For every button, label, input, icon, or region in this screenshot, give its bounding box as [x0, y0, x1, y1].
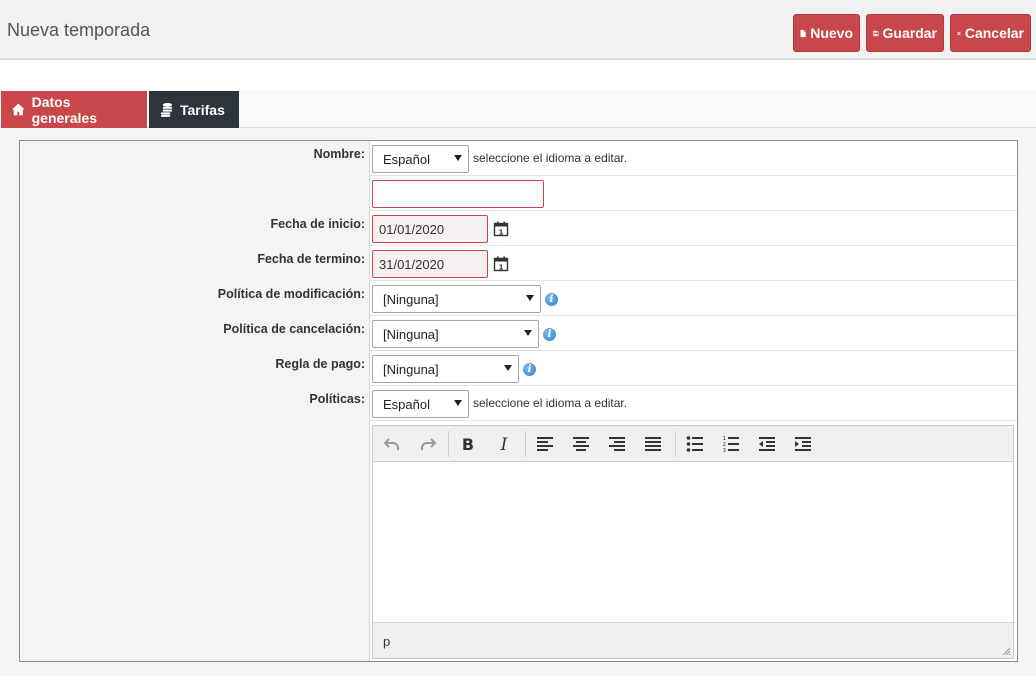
nombre-language-row: Español seleccione el idioma a editar.	[370, 141, 1017, 176]
undo-button[interactable]	[382, 434, 402, 454]
chevron-down-icon	[454, 155, 462, 161]
season-form: Nombre: Español seleccione el idioma a e…	[19, 140, 1018, 662]
guardar-button[interactable]: Guardar	[866, 14, 944, 52]
align-left-icon	[537, 437, 553, 451]
outdent-button[interactable]	[757, 434, 777, 454]
align-right-button[interactable]	[607, 434, 627, 454]
bold-icon: B	[462, 435, 474, 453]
info-icon[interactable]: i	[523, 363, 536, 376]
redo-button[interactable]	[418, 434, 438, 454]
nombre-input-row	[370, 176, 1017, 211]
svg-text:1: 1	[499, 264, 504, 272]
fecha-inicio-label: Fecha de inicio:	[270, 217, 365, 231]
align-justify-icon	[645, 437, 661, 451]
regla-pago-value: [Ninguna]	[383, 361, 439, 377]
align-center-icon	[573, 437, 589, 451]
tab-datos-generales-label: Datos generales	[31, 93, 97, 126]
fecha-inicio-row: 1	[370, 211, 1017, 246]
numbered-list-button[interactable]: 123	[721, 434, 741, 454]
nombre-input[interactable]	[372, 180, 544, 208]
svg-text:I: I	[500, 435, 508, 453]
close-icon	[957, 31, 961, 35]
nuevo-label: Nuevo	[810, 25, 853, 41]
politicas-language-row: Español seleccione el idioma a editar.	[370, 386, 1017, 421]
chevron-down-icon	[526, 295, 534, 301]
outdent-icon	[759, 437, 775, 451]
toolbar-divider	[448, 431, 449, 457]
file-icon	[800, 29, 806, 37]
bullet-list-icon	[686, 436, 703, 452]
editor-toolbar: B I 1 2 3	[373, 426, 1013, 462]
editor-content[interactable]	[373, 463, 1013, 621]
italic-icon: I	[500, 435, 508, 453]
svg-text:B: B	[462, 435, 474, 453]
calendar-icon[interactable]: 1	[493, 221, 509, 237]
cancelar-label: Cancelar	[964, 25, 1024, 41]
nuevo-button[interactable]: Nuevo	[793, 14, 860, 52]
chevron-down-icon	[504, 365, 512, 371]
tab-tarifas-label: Tarifas	[180, 101, 225, 118]
info-icon[interactable]: i	[543, 328, 556, 341]
politica-modificacion-select[interactable]: [Ninguna]	[372, 285, 541, 313]
politica-modificacion-row: [Ninguna] i	[370, 281, 1017, 316]
element-path[interactable]: p	[383, 634, 390, 649]
toolbar-divider	[675, 431, 676, 457]
italic-button[interactable]: I	[494, 434, 514, 454]
politica-cancelacion-label: Política de cancelación:	[223, 322, 365, 336]
redo-icon	[421, 438, 437, 450]
fecha-termino-label: Fecha de termino:	[257, 252, 365, 266]
svg-text:3: 3	[723, 448, 727, 453]
align-right-icon	[609, 437, 625, 451]
align-justify-button[interactable]	[643, 434, 663, 454]
politica-modificacion-label: Política de modificación:	[217, 287, 365, 301]
fecha-termino-row: 1	[370, 246, 1017, 281]
politicas-language-select[interactable]: Español	[372, 390, 469, 418]
politica-cancelacion-select[interactable]: [Ninguna]	[372, 320, 539, 348]
align-left-button[interactable]	[535, 434, 555, 454]
nombre-language-value: Español	[383, 151, 430, 167]
politica-cancelacion-row: [Ninguna] i	[370, 316, 1017, 351]
info-icon[interactable]: i	[545, 293, 558, 306]
align-center-button[interactable]	[571, 434, 591, 454]
svg-text:1: 1	[499, 229, 504, 237]
tab-datos-generales[interactable]: Datos generales	[1, 91, 147, 128]
fecha-inicio-input[interactable]	[372, 215, 488, 243]
politicas-label: Políticas:	[309, 392, 365, 406]
resize-handle-icon[interactable]	[1002, 647, 1011, 656]
undo-icon	[383, 438, 399, 450]
nombre-language-select[interactable]: Español	[372, 145, 469, 173]
politicas-editor: B I 1 2 3 p	[372, 425, 1014, 659]
fecha-termino-input[interactable]	[372, 250, 488, 278]
cancelar-button[interactable]: Cancelar	[950, 14, 1031, 52]
guardar-label: Guardar	[882, 25, 937, 41]
tabs-bar: Datos generales Tarifas	[0, 90, 1036, 128]
regla-pago-select[interactable]: [Ninguna]	[372, 355, 519, 383]
regla-pago-row: [Ninguna] i	[370, 351, 1017, 386]
tab-tarifas[interactable]: Tarifas	[149, 91, 239, 128]
indent-button[interactable]	[793, 434, 813, 454]
page-header: Nueva temporada Nuevo Guardar Cancelar	[0, 0, 1036, 60]
politicas-language-hint: seleccione el idioma a editar.	[473, 396, 628, 410]
home-icon	[11, 103, 25, 116]
chevron-down-icon	[524, 330, 532, 336]
regla-pago-label: Regla de pago:	[275, 357, 365, 371]
editor-statusbar: p	[373, 622, 1013, 658]
indent-icon	[795, 437, 811, 451]
numbered-list-icon: 123	[723, 436, 739, 453]
politica-cancelacion-value: [Ninguna]	[383, 326, 439, 342]
coins-icon	[160, 102, 173, 117]
content-area: Nombre: Español seleccione el idioma a e…	[0, 128, 1036, 676]
politica-modificacion-value: [Ninguna]	[383, 291, 439, 307]
save-icon	[873, 30, 879, 36]
politicas-language-value: Español	[383, 396, 430, 412]
nombre-language-hint: seleccione el idioma a editar.	[473, 151, 628, 165]
bold-button[interactable]: B	[458, 434, 478, 454]
calendar-icon[interactable]: 1	[493, 256, 509, 272]
bullet-list-button[interactable]	[685, 434, 705, 454]
page-title: Nueva temporada	[7, 20, 151, 40]
toolbar-divider	[525, 431, 526, 457]
nombre-label: Nombre:	[313, 147, 365, 161]
chevron-down-icon	[454, 400, 462, 406]
